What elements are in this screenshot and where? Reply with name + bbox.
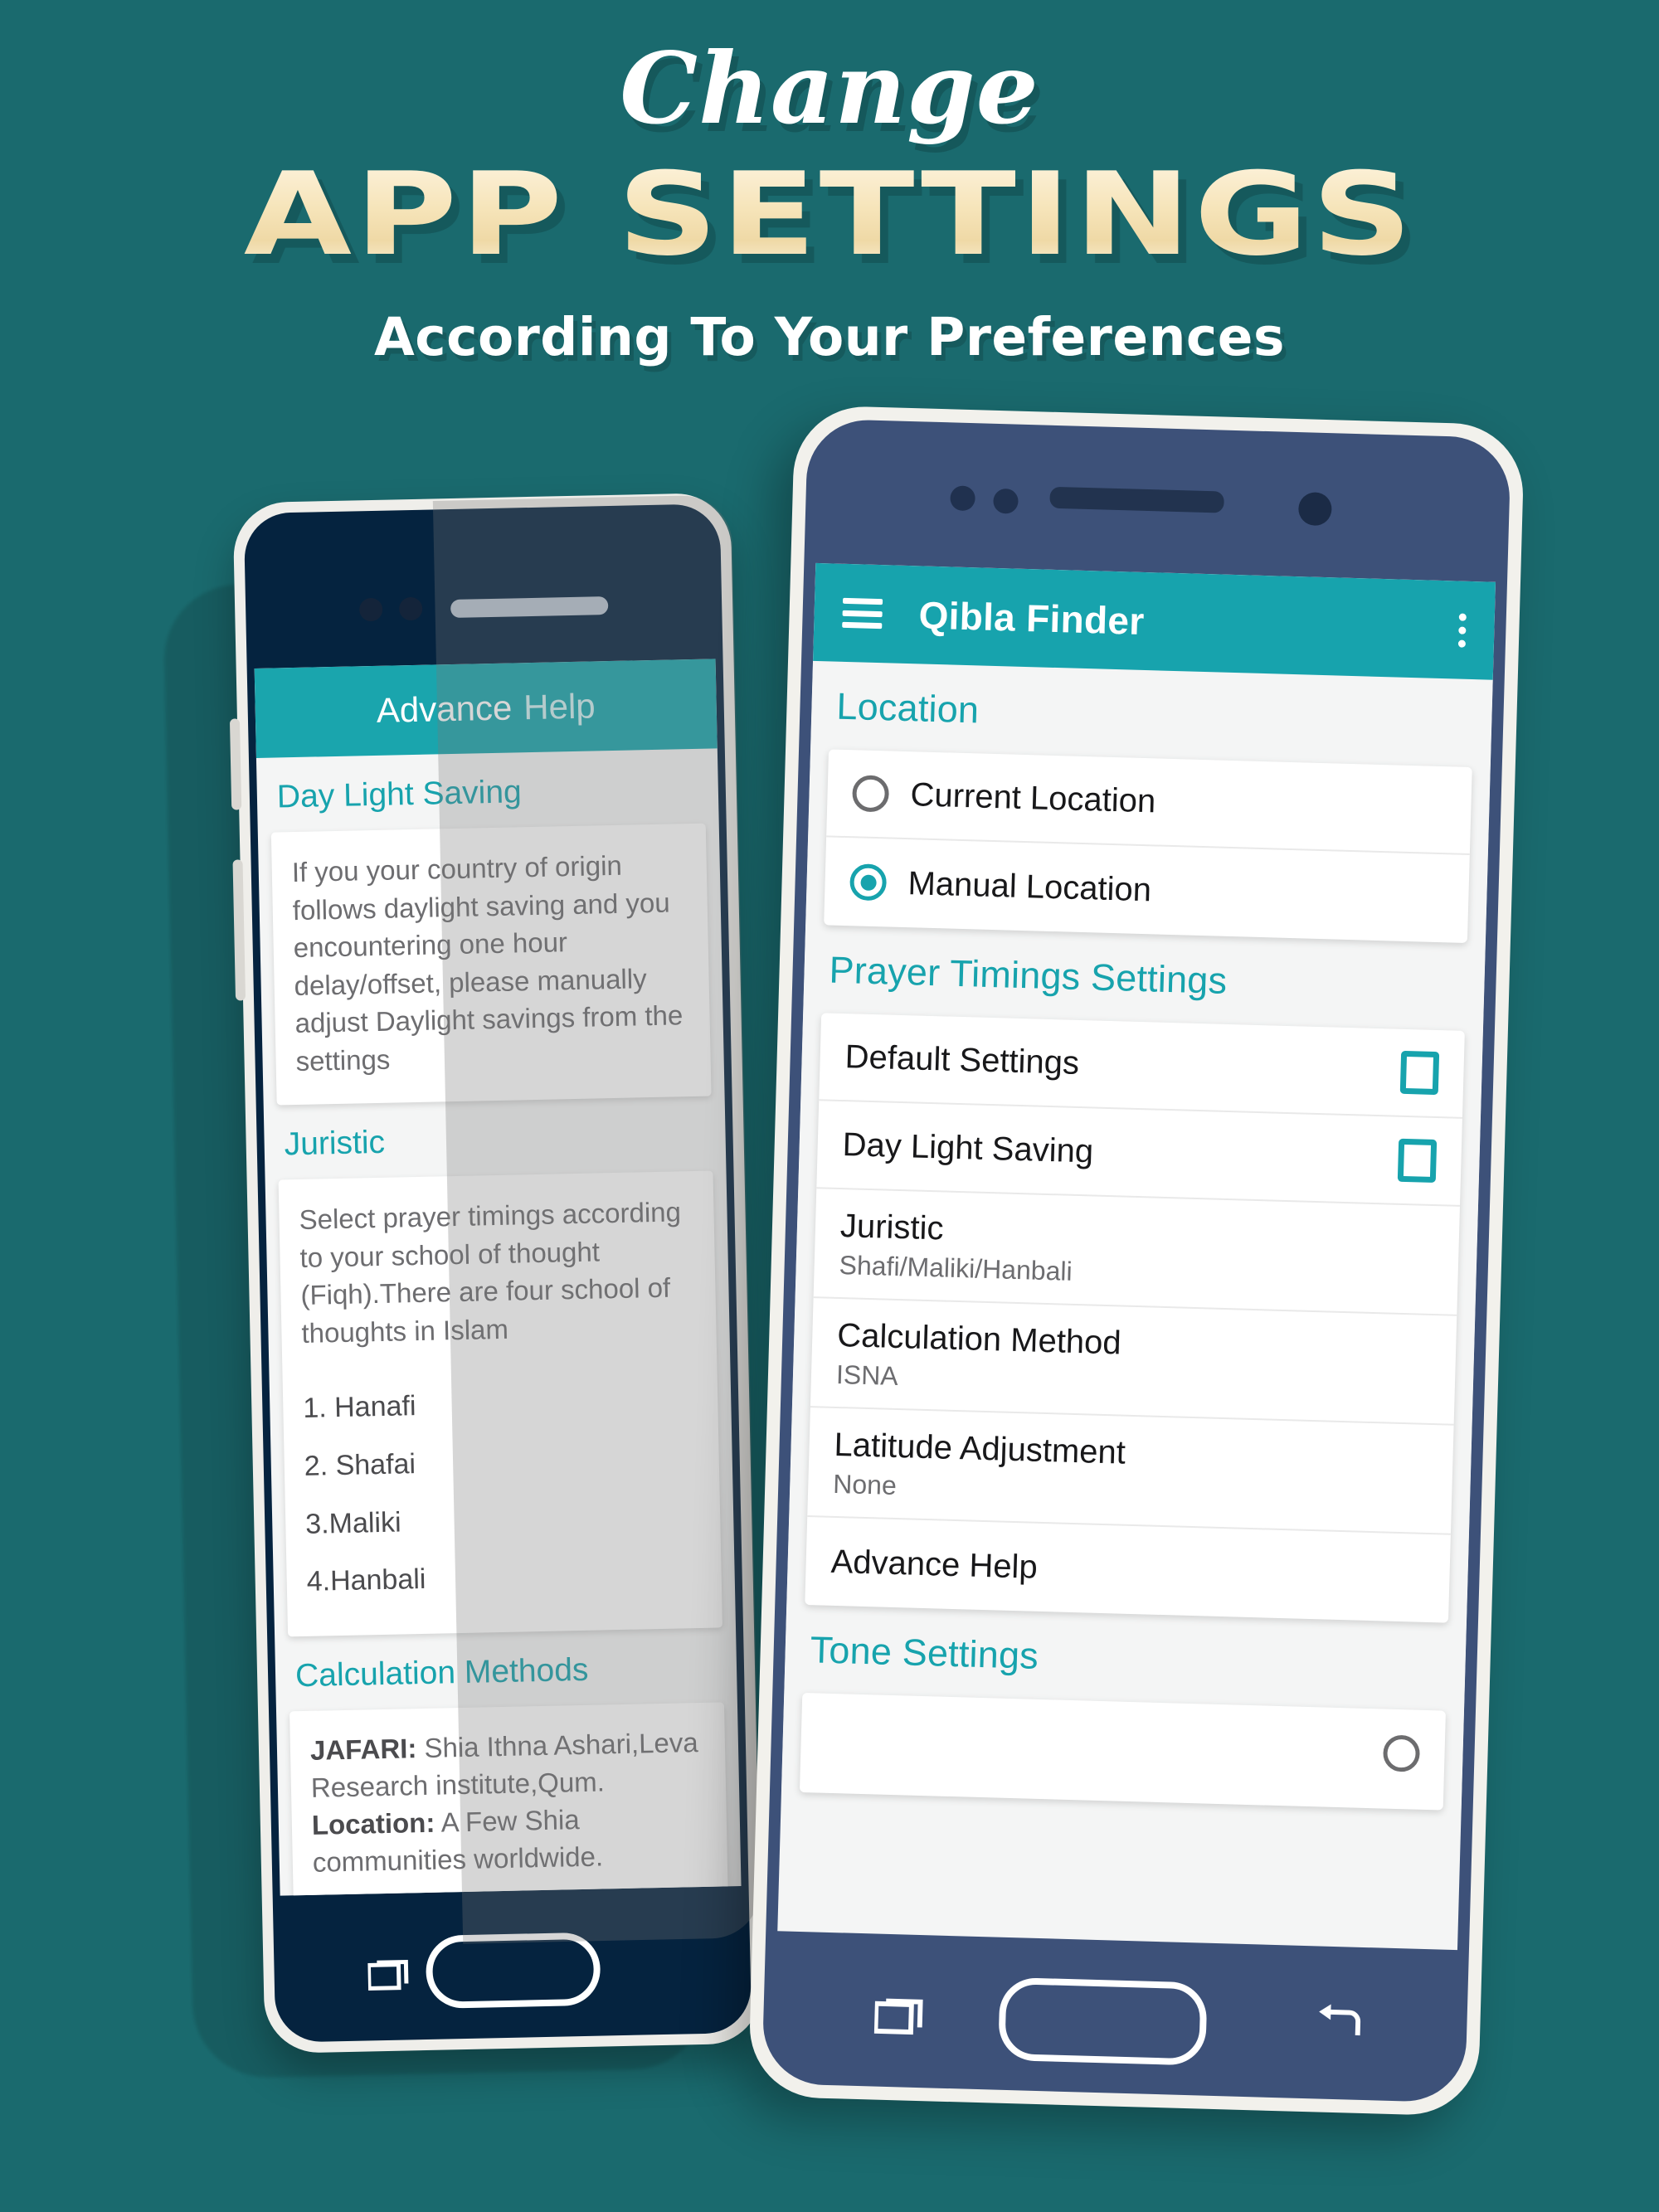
home-key[interactable] (425, 1932, 601, 2009)
back-arrow-icon[interactable] (1312, 2001, 1365, 2045)
left-section-heading-juristic: Juristic (284, 1125, 386, 1163)
appbar-title: Qibla Finder (917, 593, 1146, 643)
row-text: Day Light Saving (842, 1126, 1399, 1179)
radio-tone-partial[interactable] (1382, 1734, 1421, 1772)
checkbox-default-settings[interactable] (1399, 1050, 1440, 1096)
left-section-heading-calcmethods: Calculation Methods (294, 1651, 589, 1694)
headline-script-word: Change (620, 31, 1039, 146)
appbar: Qibla Finder (813, 562, 1496, 680)
left-appbar-title: Advance (376, 688, 513, 730)
row-calculation-method[interactable]: Calculation Method ISNA (810, 1298, 1457, 1426)
row-label: Manual Location (907, 864, 1152, 908)
checkbox-day-light-saving[interactable] (1397, 1138, 1438, 1184)
card-prayer-timings: Default Settings Day Light Saving Jurist… (805, 1013, 1465, 1623)
recent-apps-icon[interactable] (873, 1992, 927, 2037)
phone-left-earpiece (450, 596, 609, 619)
left-card-daylight: If you your country of origin follows da… (270, 823, 712, 1106)
left-method-jafari-location-label: Location: (311, 1806, 435, 1840)
right-navbar (748, 1938, 1482, 2116)
left-method-jafari: JAFARI: Shia Ithna Ashari,Leva Research … (310, 1724, 708, 1881)
left-section-heading-daylight: Day Light Saving (276, 774, 523, 815)
phone-right-screen: Qibla Finder Location Current Location M… (777, 562, 1496, 1951)
left-card-juristic: Select prayer timings according to your … (278, 1170, 723, 1637)
poster-canvas: Change APP SETTINGS According To Your Pr… (0, 0, 1659, 2212)
list-item: 3.Maliki (304, 1506, 401, 1540)
page-subtitle: According To Your Preferences (374, 307, 1285, 367)
left-navbar (262, 1886, 763, 2054)
card-tone-settings (799, 1692, 1446, 1811)
row-tone-partial[interactable] (800, 1693, 1446, 1799)
phone-device-left: Advance Help Day Light Saving If you you… (229, 492, 763, 2054)
row-label: Day Light Saving (842, 1125, 1094, 1169)
card-location: Current Location Manual Location (824, 749, 1472, 943)
settings-content: Location Current Location Manual Locatio… (781, 660, 1493, 1811)
left-card-juristic-body: Select prayer timings according to your … (299, 1196, 682, 1349)
recent-apps-icon[interactable] (367, 1954, 411, 1991)
row-text: Current Location (910, 776, 1447, 829)
row-juristic[interactable]: Juristic Shafi/Maliki/Hanbali (813, 1189, 1460, 1316)
poster-headline: Change APP SETTINGS According To Your Pr… (0, 0, 1659, 368)
radio-current-location[interactable] (851, 775, 890, 813)
phone-device-right: Qibla Finder Location Current Location M… (747, 405, 1525, 2117)
left-method-jafari-name: JAFARI: (309, 1733, 417, 1766)
row-text: Default Settings (844, 1038, 1401, 1091)
left-appbar: Advance Help (254, 659, 718, 758)
row-text (826, 1738, 1384, 1753)
row-latitude-adjustment[interactable]: Latitude Adjustment None (807, 1407, 1454, 1535)
left-card-daylight-body: If you your country of origin follows da… (291, 849, 684, 1077)
row-text: Manual Location (907, 865, 1444, 917)
list-item: 2. Shafai (304, 1448, 416, 1482)
row-text: Advance Help (830, 1543, 1425, 1597)
page-title: APP SETTINGS (0, 158, 1659, 272)
left-appbar-title-secondary: Help (523, 686, 596, 727)
left-juristic-list: 1. Hanafi 2. Shafai 3.Maliki 4.Hanbali (303, 1372, 703, 1612)
home-key[interactable] (998, 1976, 1208, 2066)
radio-manual-location[interactable] (849, 863, 888, 902)
phone-left-side-button-1[interactable] (229, 718, 242, 810)
left-card-calcmethods: JAFARI: Shia Ithna Ashari,Leva Research … (289, 1702, 731, 1896)
more-vertical-icon[interactable] (1457, 613, 1467, 648)
row-label: Current Location (909, 775, 1156, 819)
list-item: 4.Hanbali (306, 1563, 426, 1598)
row-label: Default Settings (844, 1038, 1080, 1082)
row-label: Advance Help (830, 1543, 1039, 1586)
hamburger-menu-icon[interactable] (842, 597, 883, 630)
phone-left-screen: Advance Help Day Light Saving If you you… (254, 659, 742, 1896)
list-item: 1. Hanafi (302, 1390, 416, 1425)
